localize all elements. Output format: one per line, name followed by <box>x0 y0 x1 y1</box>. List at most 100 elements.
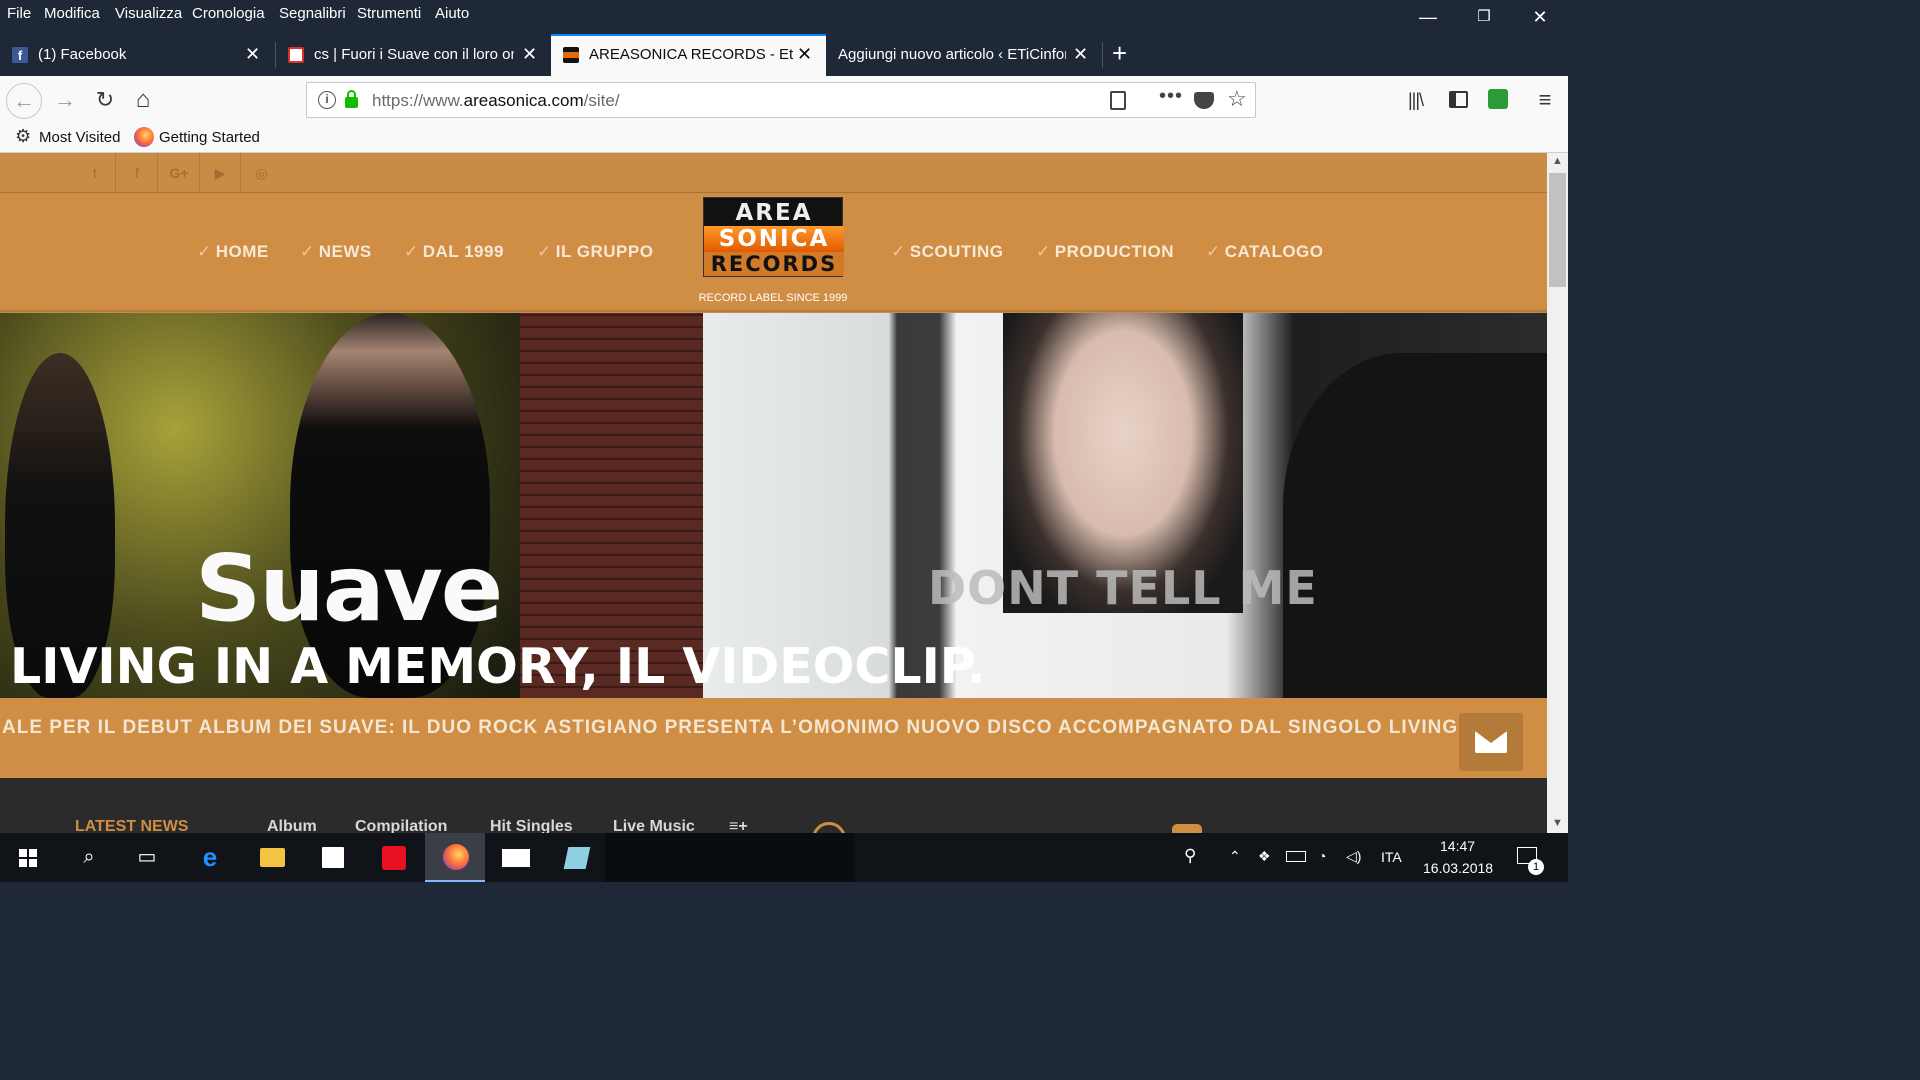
edge-icon[interactable]: e <box>180 833 240 882</box>
new-tab-button[interactable]: + <box>1112 38 1127 69</box>
store-icon[interactable] <box>302 833 362 882</box>
web-page: t f G+ ▶ ◎ ✓ HOME ✓ NEWS ✓ DAL 1999 ✓ IL GRU… <box>0 153 1547 833</box>
nav-home[interactable]: ✓ HOME <box>197 242 269 262</box>
url-text[interactable]: https://www.areasonica.com/site/ <box>372 91 620 111</box>
wifi-icon[interactable]: ◔ <box>1318 848 1326 864</box>
mail-app-icon[interactable] <box>486 833 546 882</box>
tab-separator <box>1102 42 1103 68</box>
logo-line-3: RECORDS <box>704 252 844 276</box>
nav-il-gruppo[interactable]: ✓ IL GRUPPO <box>537 242 653 262</box>
back-button[interactable]: ← <box>6 83 42 119</box>
tab-areasonica[interactable]: AREASONICA RECORDS - Etiche ✕ <box>551 34 826 76</box>
reader-view-icon[interactable] <box>1110 91 1126 110</box>
window-close-button[interactable]: ✕ <box>1520 4 1560 30</box>
open-menu-button[interactable]: ≡ <box>1531 86 1559 114</box>
file-explorer-icon[interactable] <box>241 833 301 882</box>
scroll-down-icon[interactable]: ▼ <box>1552 817 1563 829</box>
hero-slider[interactable]: DONT TELL ME Suave LIVING IN A MEMORY, I… <box>0 313 1547 698</box>
tab-close-icon[interactable]: ✕ <box>797 44 812 65</box>
extension-icon[interactable] <box>1488 89 1508 109</box>
menu-strumenti[interactable]: Strumenti <box>357 5 421 22</box>
check-icon: ✓ <box>404 242 419 261</box>
tab-close-icon[interactable]: ✕ <box>245 44 260 65</box>
social-bar: t f G+ ▶ ◎ <box>0 153 1547 193</box>
menu-visualizza[interactable]: Visualizza <box>115 5 182 22</box>
taskbar-empty-area <box>605 833 855 882</box>
facebook-social-icon[interactable]: f <box>117 153 158 193</box>
people-icon[interactable]: ⚲ <box>1184 846 1196 866</box>
logo-tagline: RECORD LABEL SINCE 1999 <box>698 292 848 304</box>
tab-live-music[interactable]: Live Music <box>613 818 695 833</box>
search-icon[interactable]: ⌕ <box>59 833 119 882</box>
bookmark-star-icon[interactable]: ☆ <box>1227 86 1247 112</box>
menu-file[interactable]: File <box>7 5 31 22</box>
menu-aiuto[interactable]: Aiuto <box>435 5 469 22</box>
firefox-icon <box>134 127 154 147</box>
windows-logo-br <box>29 859 37 867</box>
url-path: /site/ <box>583 91 620 110</box>
nav-production[interactable]: ✓ PRODUCTION <box>1036 242 1174 262</box>
contact-mail-button[interactable] <box>1459 713 1523 771</box>
forward-button[interactable]: → <box>51 86 79 114</box>
instagram-icon[interactable]: ◎ <box>241 153 282 193</box>
library-icon[interactable]: |||\ <box>1408 90 1424 111</box>
nav-catalogo[interactable]: ✓ CATALOGO <box>1206 242 1324 262</box>
nav-news[interactable]: ✓ NEWS <box>300 242 372 262</box>
site-navigation: ✓ HOME ✓ NEWS ✓ DAL 1999 ✓ IL GRUPPO AREA SO… <box>0 194 1547 312</box>
tab-eticinfo[interactable]: Aggiungi nuovo articolo ‹ ETiCinfor ✕ <box>826 34 1101 76</box>
battery-icon[interactable] <box>1286 851 1306 862</box>
dropbox-icon[interactable]: ❖ <box>1258 848 1271 865</box>
nav-label: DAL 1999 <box>422 242 504 261</box>
firefox-taskbar-icon[interactable] <box>425 833 485 882</box>
menu-segnalibri[interactable]: Segnalibri <box>279 5 346 22</box>
clock-date[interactable]: 16.03.2018 <box>1423 860 1493 876</box>
bookmark-most-visited[interactable]: Most Visited <box>39 129 120 146</box>
scroll-up-icon[interactable]: ▲ <box>1552 155 1563 167</box>
tab-close-icon[interactable]: ✕ <box>1073 44 1088 65</box>
page-scrollbar[interactable]: ▲ ▼ <box>1547 153 1568 833</box>
tab-facebook[interactable]: f (1) Facebook ✕ <box>0 34 274 76</box>
clock-time[interactable]: 14:47 <box>1440 838 1475 854</box>
show-hidden-icons-icon[interactable]: ⌃ <box>1229 848 1241 865</box>
areasonica-favicon-icon <box>563 47 579 63</box>
news-ticker[interactable]: ALE PER IL DEBUT ALBUM DEI SUAVE: IL DUO… <box>0 698 1547 778</box>
tab-close-icon[interactable]: ✕ <box>522 44 537 65</box>
gift-app-icon[interactable] <box>363 833 423 882</box>
sidebar-icon[interactable] <box>1449 91 1468 108</box>
volume-icon[interactable]: ◁) <box>1346 848 1361 865</box>
reload-button[interactable]: ↻ <box>91 86 119 114</box>
tab-hit-singles[interactable]: Hit Singles <box>490 818 573 833</box>
tab-compilation[interactable]: Compilation <box>355 818 447 833</box>
tab-bar: f (1) Facebook ✕ cs | Fuori i Suave con … <box>0 34 1568 76</box>
nav-dal-1999[interactable]: ✓ DAL 1999 <box>404 242 504 262</box>
tab-gmail[interactable]: cs | Fuori i Suave con il loro om ✕ <box>276 34 549 76</box>
minimize-button[interactable]: — <box>1408 4 1448 30</box>
restore-button[interactable]: ❐ <box>1464 4 1504 30</box>
windows-logo-tr <box>29 849 37 857</box>
twitter-icon[interactable]: t <box>75 153 116 193</box>
url-bar[interactable]: i https://www.areasonica.com/site/ ••• ☆ <box>306 82 1256 118</box>
google-plus-icon[interactable]: G+ <box>159 153 200 193</box>
bookmarks-toolbar: ⚙ Most Visited Getting Started <box>0 124 1568 153</box>
page-actions-icon[interactable]: ••• <box>1159 85 1183 108</box>
task-view-icon[interactable]: ▭ <box>117 833 177 882</box>
url-prefix: https://www. <box>372 91 464 110</box>
nav-scouting[interactable]: ✓ SCOUTING <box>891 242 1003 262</box>
menu-modifica[interactable]: Modifica <box>44 5 100 22</box>
start-button[interactable] <box>0 833 60 882</box>
more-tabs-icon[interactable]: ≡+ <box>729 818 748 833</box>
notes-app-icon[interactable] <box>546 833 606 882</box>
scrollbar-thumb[interactable] <box>1549 173 1566 287</box>
bookmark-getting-started[interactable]: Getting Started <box>159 129 260 146</box>
mail-icon-flap <box>1475 731 1507 743</box>
home-button[interactable]: ⌂ <box>129 86 157 114</box>
circle-icon <box>812 822 846 833</box>
tab-album[interactable]: Album <box>267 818 317 833</box>
info-icon[interactable]: i <box>318 91 336 109</box>
menu-cronologia[interactable]: Cronologia <box>192 5 265 22</box>
youtube-icon[interactable]: ▶ <box>200 153 241 193</box>
windows-logo-tl <box>19 849 27 857</box>
language-indicator[interactable]: ITA <box>1381 849 1402 865</box>
pocket-icon[interactable] <box>1194 92 1214 109</box>
areasonica-logo[interactable]: AREA SONICA RECORDS <box>703 197 844 277</box>
